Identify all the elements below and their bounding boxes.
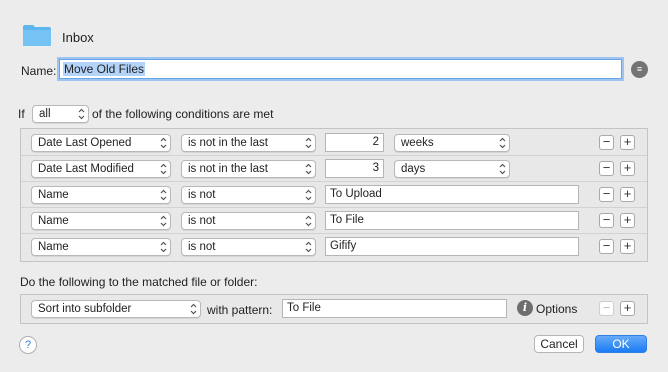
value-input[interactable]: 2 [325,133,384,152]
conditions-suffix: of the following conditions are met [92,107,274,121]
condition-row: Name is not To File − + [21,208,647,234]
popup-arrows-icon [160,137,167,149]
condition-row: Name is not To Upload − + [21,182,647,208]
remove-condition-button[interactable]: − [599,187,614,202]
condition-row: Date Last Opened is not in the last 2 we… [21,130,647,156]
operator-value: is not [188,241,216,253]
rule-name-input[interactable]: Move Old Files [59,59,622,79]
popup-arrows-icon [160,215,167,227]
pattern-input[interactable]: To File [282,299,507,318]
notes-icon[interactable]: ≡ [631,61,648,78]
popup-arrows-icon [305,137,312,149]
info-icon[interactable]: i [517,300,533,316]
value-input[interactable]: 3 [325,159,384,178]
unit-value: days [401,163,426,175]
operator-value: is not [188,189,216,201]
remove-condition-button[interactable]: − [599,161,614,176]
operator-popup[interactable]: is not in the last [181,134,316,152]
attribute-popup[interactable]: Name [31,238,171,256]
attribute-value: Date Last Opened [38,137,132,149]
attribute-popup[interactable]: Date Last Modified [31,160,171,178]
operator-value: is not in the last [188,137,268,149]
options-button[interactable]: Options [536,302,577,316]
attribute-value: Name [38,215,69,227]
name-label: Name: [21,64,57,78]
popup-arrows-icon [305,163,312,175]
unit-popup[interactable]: weeks [394,134,510,152]
cancel-button[interactable]: Cancel [534,335,584,353]
add-action-button[interactable]: + [620,301,635,316]
value-input[interactable]: To Upload [325,185,579,204]
action-section-label: Do the following to the matched file or … [20,275,258,289]
attribute-value: Date Last Modified [38,163,134,175]
add-condition-button[interactable]: + [620,135,635,150]
match-mode-popup[interactable]: all [32,105,89,123]
operator-popup[interactable]: is not [181,238,316,256]
ok-button[interactable]: OK [595,335,647,353]
unit-popup[interactable]: days [394,160,510,178]
popup-arrows-icon [160,241,167,253]
match-mode-value: all [39,108,51,120]
with-pattern-label: with pattern: [207,303,273,317]
remove-condition-button[interactable]: − [599,213,614,228]
popup-arrows-icon [305,215,312,227]
popup-arrows-icon [305,189,312,201]
popup-arrows-icon [190,303,197,315]
add-condition-button[interactable]: + [620,187,635,202]
remove-condition-button[interactable]: − [599,135,614,150]
value-input[interactable]: To File [325,211,579,230]
operator-popup[interactable]: is not in the last [181,160,316,178]
attribute-popup[interactable]: Name [31,186,171,204]
help-button[interactable]: ? [19,336,37,354]
folder-icon [23,25,51,46]
remove-action-button[interactable]: − [599,301,614,316]
operator-value: is not in the last [188,163,268,175]
folder-title: Inbox [62,30,94,45]
attribute-popup[interactable]: Name [31,212,171,230]
condition-row: Name is not Gifify − + [21,234,647,260]
condition-row: Date Last Modified is not in the last 3 … [21,156,647,182]
popup-arrows-icon [305,241,312,253]
operator-popup[interactable]: is not [181,186,316,204]
attribute-value: Name [38,241,69,253]
add-condition-button[interactable]: + [620,213,635,228]
popup-arrows-icon [160,189,167,201]
popup-arrows-icon [78,108,85,120]
remove-condition-button[interactable]: − [599,239,614,254]
if-label: If [18,107,25,121]
popup-arrows-icon [499,163,506,175]
rule-name-value: Move Old Files [63,62,146,76]
popup-arrows-icon [160,163,167,175]
action-type-value: Sort into subfolder [38,303,132,315]
attribute-popup[interactable]: Date Last Opened [31,134,171,152]
attribute-value: Name [38,189,69,201]
operator-value: is not [188,215,216,227]
add-condition-button[interactable]: + [620,239,635,254]
add-condition-button[interactable]: + [620,161,635,176]
popup-arrows-icon [499,137,506,149]
value-input[interactable]: Gifify [325,237,579,256]
unit-value: weeks [401,137,434,149]
operator-popup[interactable]: is not [181,212,316,230]
action-type-popup[interactable]: Sort into subfolder [31,300,201,318]
